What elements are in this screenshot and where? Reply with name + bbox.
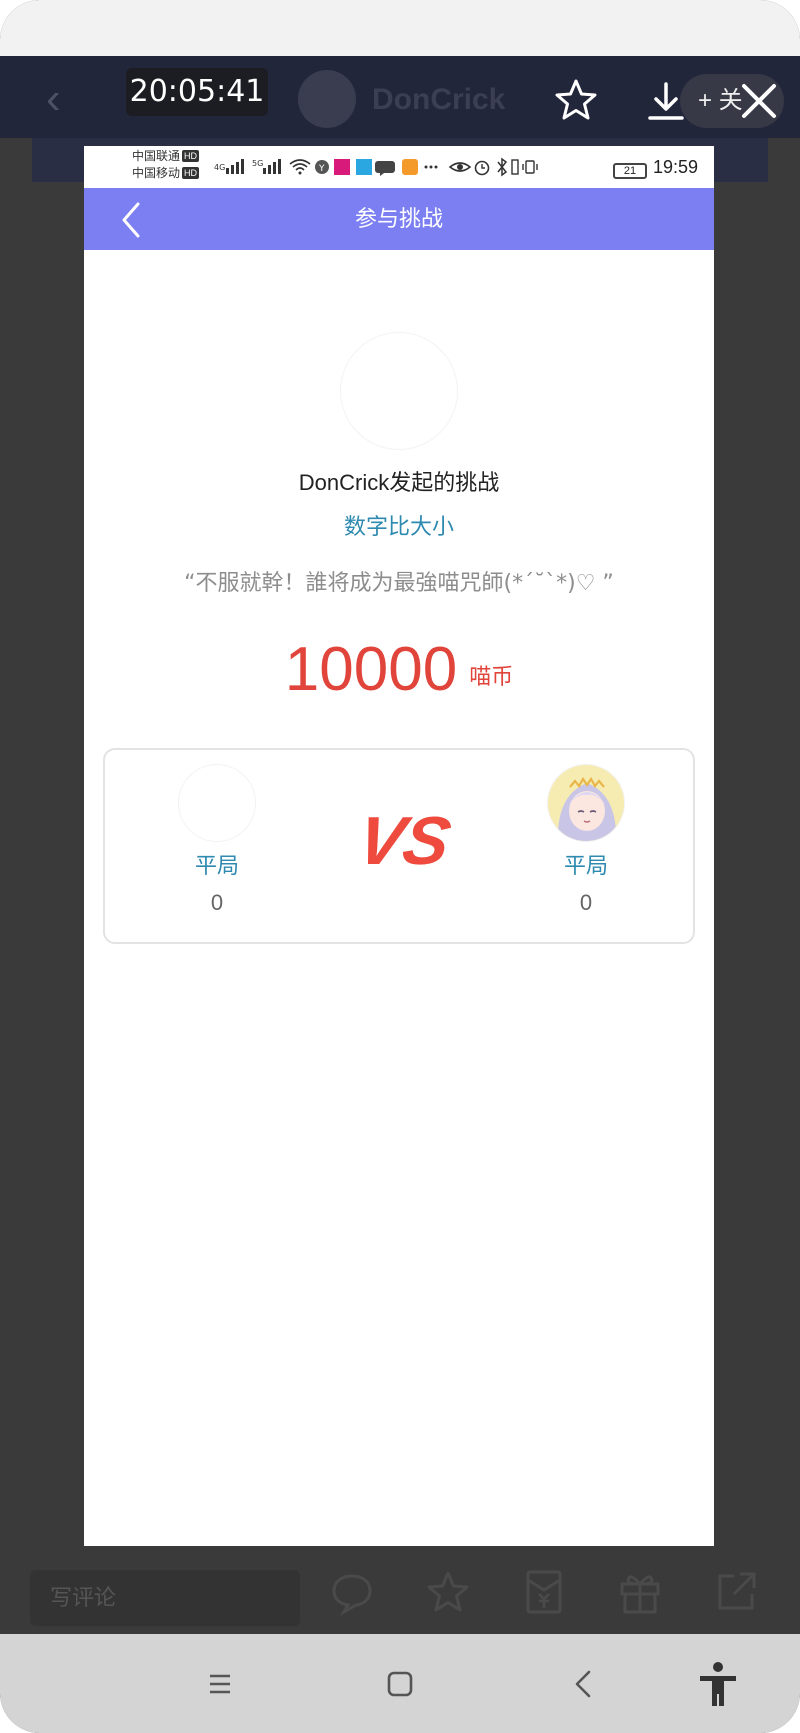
versus-card: 平局 0 VS 平局 0 [103, 748, 695, 944]
favorite-star-icon[interactable] [552, 76, 600, 124]
comment-icon[interactable] [328, 1568, 376, 1617]
hd-badge: HD [182, 167, 200, 179]
device-top-edge [0, 0, 800, 56]
background-avatar [298, 70, 356, 128]
game-name: 数字比大小 [343, 514, 454, 539]
stake-amount-row: 10000 喵币 [84, 630, 714, 710]
phone-screen: 中国联通 HD 中国移动 HD 4G 5G Y 21 19:59 参与挑战 Do… [84, 146, 714, 1546]
carrier-2: 中国移动 [132, 166, 181, 180]
hd-badge: HD [182, 150, 200, 162]
accessibility-icon[interactable] [696, 1660, 740, 1708]
menu-icon[interactable] [200, 1664, 240, 1704]
vs-text: VS [352, 802, 451, 878]
background-back-icon: ‹ [46, 74, 61, 123]
stake-amount: 10000 [284, 635, 458, 704]
gift-icon[interactable] [616, 1568, 664, 1616]
status-icons: 4G 5G Y [214, 157, 538, 177]
player-right-avatar[interactable] [547, 764, 625, 842]
stake-unit: 喵币 [469, 664, 514, 690]
status-time: 19:59 [652, 157, 698, 177]
page-title: 参与挑战 [354, 206, 443, 231]
net-label-5g: 5G [252, 159, 263, 168]
player-right: 平局 0 [506, 764, 666, 934]
vs-label: VS [352, 802, 451, 878]
comment-input[interactable]: 写评论 [30, 1570, 300, 1626]
star-icon[interactable] [424, 1568, 472, 1616]
net-label-4g: 4G [214, 163, 225, 172]
red-envelope-icon[interactable] [520, 1568, 568, 1616]
player-left-result: 平局 [194, 853, 239, 878]
home-icon[interactable] [380, 1664, 420, 1704]
battery-indicator: 21 [612, 163, 647, 179]
background-username: DonCrick [372, 83, 506, 116]
recording-timer: 20:05:41 [126, 68, 268, 116]
svg-text:Y: Y [318, 164, 325, 174]
status-right: 21 19:59 [612, 154, 698, 180]
player-right-result: 平局 [563, 853, 608, 878]
challenge-slogan: “不服就幹！誰将成为最強喵咒師(*´˘`*)♡ ” [184, 571, 614, 596]
app-bar: 参与挑战 [84, 188, 714, 250]
share-icon[interactable] [712, 1568, 760, 1616]
challenge-title: DonCrick发起的挑战 [298, 470, 500, 495]
player-right-score: 0 [579, 890, 593, 915]
background-bottom-toolbar: 写评论 [0, 1552, 800, 1634]
host-avatar[interactable] [340, 332, 458, 450]
player-left-avatar[interactable] [178, 764, 256, 842]
nav-back-icon[interactable] [564, 1664, 604, 1704]
system-nav-bar [0, 1634, 800, 1733]
close-icon[interactable] [734, 76, 784, 126]
player-left-score: 0 [210, 890, 224, 915]
status-bar: 中国联通 HD 中国移动 HD 4G 5G Y 21 19:59 [84, 146, 714, 188]
device-frame: ‹ DonCrick 20:05:41 + 关 中国联通 HD 中国移动 HD 4G… [0, 0, 800, 1733]
carrier-labels: 中国联通 HD 中国移动 HD [132, 148, 200, 182]
player-left: 平局 0 [137, 764, 297, 934]
carrier-1: 中国联通 [132, 149, 181, 163]
